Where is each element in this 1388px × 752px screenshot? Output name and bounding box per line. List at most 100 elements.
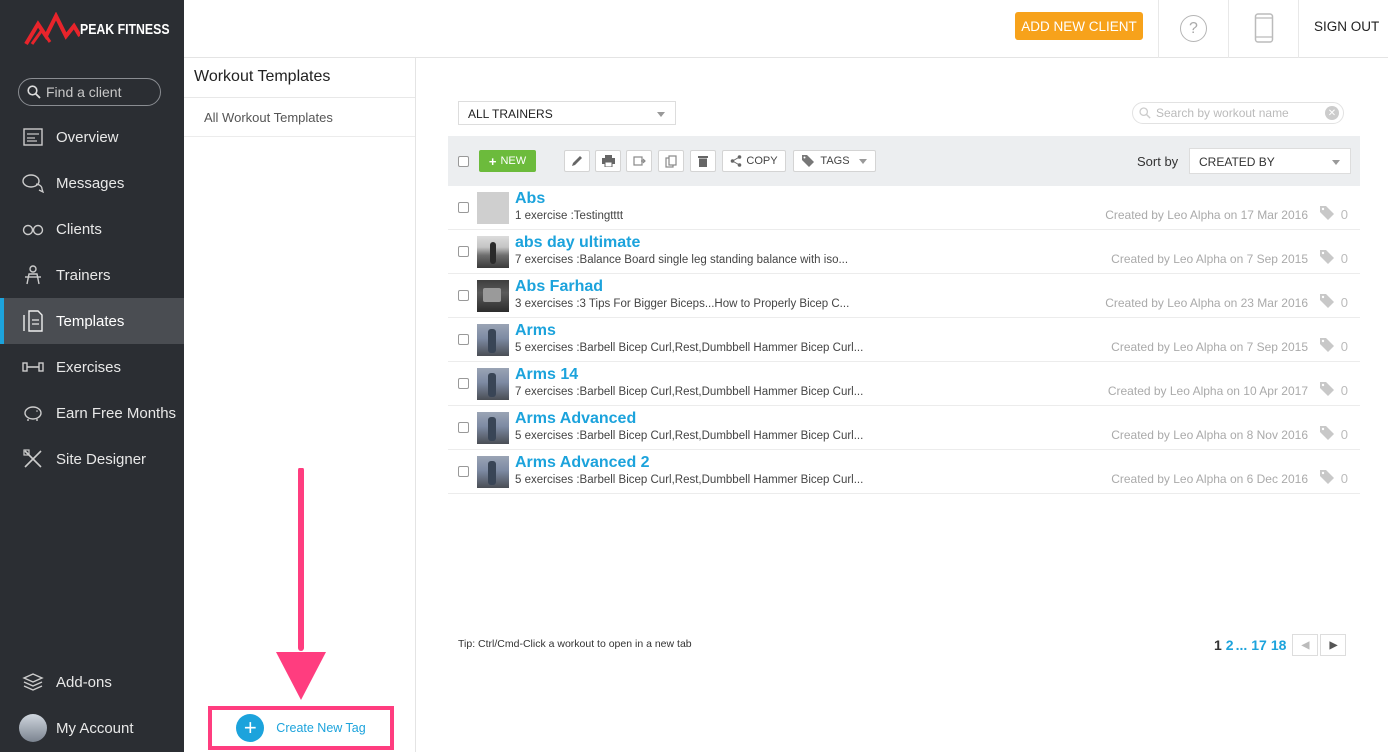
row-checkbox[interactable] [458, 466, 469, 477]
sidebar-item-overview[interactable]: Overview [0, 114, 184, 160]
row-checkbox[interactable] [458, 422, 469, 433]
template-created-by: Created by Leo Alpha on 10 Apr 2017 [1107, 384, 1308, 398]
template-title[interactable]: Abs Farhad [515, 278, 603, 296]
sidebar-item-earn-free-months[interactable]: Earn Free Months [0, 390, 184, 436]
template-title[interactable]: abs day ultimate [515, 234, 640, 252]
row-checkbox[interactable] [458, 334, 469, 345]
template-toolbar: + NEW COPY TAGS Sort by CREATED BY [448, 136, 1360, 186]
sidebar-item-messages[interactable]: Messages [0, 160, 184, 206]
sidebar-item-exercises[interactable]: Exercises [0, 344, 184, 390]
clients-icon [22, 218, 44, 240]
template-created-by: Created by Leo Alpha on 7 Sep 2015 [1111, 252, 1308, 266]
tags-dropdown[interactable]: TAGS [793, 150, 876, 172]
new-template-button[interactable]: + NEW [479, 150, 536, 172]
sidebar-item-label: Templates [56, 312, 125, 330]
table-row[interactable]: Arms Advanced 2 5 exercises :Barbell Bic… [448, 450, 1360, 494]
create-new-tag-button[interactable]: + Create New Tag [208, 706, 394, 750]
chevron-down-icon [1332, 160, 1340, 165]
sidebar-item-trainers[interactable]: Trainers [0, 252, 184, 298]
print-button[interactable] [595, 150, 621, 172]
page-current: 1 [1214, 637, 1222, 653]
sort-by-select[interactable]: CREATED BY [1189, 148, 1351, 174]
template-title[interactable]: Arms 14 [515, 366, 578, 384]
next-page-button[interactable]: ▶ [1320, 634, 1347, 656]
chevron-down-icon [657, 112, 665, 117]
row-checkbox[interactable] [458, 378, 469, 389]
sidebar: PEAK FITNESS Find a client Overview Mess… [0, 0, 184, 752]
sign-out-button[interactable]: SIGN OUT [1314, 19, 1379, 34]
sidebar-nav: Overview Messages Clients Trainers Templ… [0, 114, 184, 482]
table-row[interactable]: abs day ultimate 7 exercises :Balance Bo… [448, 230, 1360, 274]
row-checkbox[interactable] [458, 290, 469, 301]
tag-icon[interactable] [1320, 250, 1334, 264]
delete-button[interactable] [690, 150, 716, 172]
table-row[interactable]: Abs Farhad 3 exercises :3 Tips For Bigge… [448, 274, 1360, 318]
template-title[interactable]: Arms Advanced [515, 410, 636, 428]
tag-count: 0 [1340, 427, 1348, 442]
sidebar-item-add-ons[interactable]: Add-ons [0, 659, 184, 705]
tag-icon[interactable] [1320, 206, 1334, 220]
table-row[interactable]: Arms 5 exercises :Barbell Bicep Curl,Res… [448, 318, 1360, 362]
tag-count: 0 [1340, 471, 1348, 486]
duplicate-button[interactable] [658, 150, 684, 172]
site-designer-icon [22, 448, 44, 470]
sidebar-item-templates[interactable]: Templates [0, 298, 184, 344]
trash-icon [698, 156, 708, 167]
row-checkbox[interactable] [458, 202, 469, 213]
dumbbell-icon [22, 356, 44, 378]
table-row[interactable]: Arms 14 7 exercises :Barbell Bicep Curl,… [448, 362, 1360, 406]
annotation-arrow-icon [276, 468, 326, 700]
assign-icon [632, 156, 646, 166]
plus-icon: + [236, 714, 265, 742]
workout-search-input[interactable]: Search by workout name ✕ [1132, 102, 1344, 124]
template-thumbnail [477, 412, 509, 444]
tag-icon[interactable] [1320, 338, 1334, 352]
row-checkbox[interactable] [458, 246, 469, 257]
prev-page-button[interactable]: ◀ [1292, 634, 1319, 656]
page-link-2[interactable]: 2 [1226, 637, 1234, 653]
page-link-17[interactable]: 17 [1251, 637, 1267, 653]
assign-button[interactable] [626, 150, 652, 172]
help-icon[interactable]: ? [1180, 15, 1207, 42]
edit-button[interactable] [564, 150, 590, 172]
sort-by-value: CREATED BY [1199, 155, 1275, 169]
share-icon [731, 155, 742, 167]
pencil-icon [572, 156, 582, 166]
tag-count: 0 [1340, 383, 1348, 398]
template-thumbnail [477, 456, 509, 488]
sidebar-bottom: Add-ons My Account [0, 659, 184, 751]
tag-icon[interactable] [1320, 470, 1334, 484]
sidebar-item-my-account[interactable]: My Account [0, 705, 184, 751]
template-exercises: 7 exercises :Barbell Bicep Curl,Rest,Dum… [515, 386, 864, 398]
template-title[interactable]: Abs [515, 190, 545, 208]
table-row[interactable]: Arms Advanced 5 exercises :Barbell Bicep… [448, 406, 1360, 450]
all-workout-templates-link[interactable]: All Workout Templates [184, 98, 415, 137]
plus-icon: + [488, 153, 497, 169]
template-title[interactable]: Arms Advanced 2 [515, 454, 650, 472]
table-row[interactable]: Abs 1 exercise :Testingtttt Created by L… [448, 186, 1360, 230]
sidebar-item-site-designer[interactable]: Site Designer [0, 436, 184, 482]
template-exercises: 5 exercises :Barbell Bicep Curl,Rest,Dum… [515, 474, 864, 486]
tag-icon[interactable] [1320, 426, 1334, 440]
trainer-filter-select[interactable]: ALL TRAINERS [458, 101, 676, 125]
copy-button[interactable]: COPY [722, 150, 786, 172]
add-new-client-button[interactable]: ADD NEW CLIENT [1015, 12, 1143, 40]
overview-icon [22, 126, 44, 148]
mobile-device-icon[interactable] [1254, 13, 1274, 43]
logo[interactable]: PEAK FITNESS [24, 12, 189, 46]
main-content: ALL TRAINERS Search by workout name ✕ + … [416, 58, 1388, 752]
page-link-18[interactable]: 18 [1271, 637, 1287, 653]
template-title[interactable]: Arms [515, 322, 556, 340]
tag-icon[interactable] [1320, 294, 1334, 308]
find-client-input[interactable]: Find a client [18, 78, 161, 106]
clear-icon[interactable]: ✕ [1325, 106, 1339, 120]
tag-icon [802, 155, 815, 167]
sidebar-item-clients[interactable]: Clients [0, 206, 184, 252]
topbar: ADD NEW CLIENT ? SIGN OUT [184, 0, 1388, 58]
sidebar-item-label: Add-ons [56, 673, 112, 691]
pagination: 1 2 ... 17 18 ◀ ▶ [1214, 634, 1347, 656]
template-created-by: Created by Leo Alpha on 6 Dec 2016 [1111, 472, 1308, 486]
select-all-checkbox[interactable] [458, 156, 469, 167]
tag-icon[interactable] [1320, 382, 1334, 396]
sidebar-item-label: Overview [56, 128, 119, 146]
